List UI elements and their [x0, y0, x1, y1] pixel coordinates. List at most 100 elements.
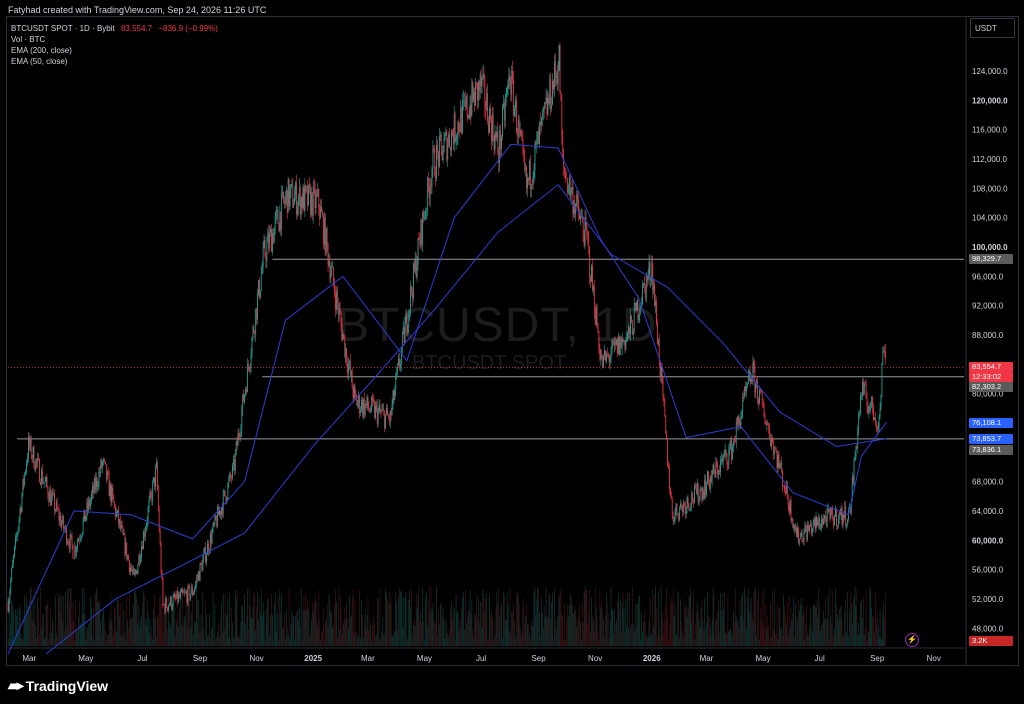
candle-body	[284, 197, 286, 204]
candle-body	[201, 563, 203, 571]
volume-bar	[604, 637, 605, 646]
candle-body	[206, 554, 207, 563]
volume-bar	[25, 615, 26, 646]
candle-body	[219, 511, 220, 516]
lightning-icon[interactable]: ⚡	[905, 633, 919, 647]
volume-bar	[885, 593, 886, 646]
candle-body	[871, 396, 873, 403]
volume-bar	[92, 637, 93, 646]
candle-body	[418, 238, 420, 240]
volume-bar	[439, 625, 440, 646]
legend-ema200[interactable]: EMA (200, close)	[11, 45, 218, 56]
volume-bar	[153, 609, 154, 646]
volume-bar	[881, 639, 883, 646]
candle-body	[281, 193, 283, 230]
volume-bar	[392, 635, 394, 646]
volume-bar	[24, 594, 26, 646]
candle-body	[448, 134, 450, 145]
legend-ema50[interactable]: EMA (50, close)	[11, 56, 218, 67]
volume-bar	[769, 638, 770, 646]
volume-bar	[780, 628, 782, 646]
candle-body	[464, 99, 466, 107]
volume-bar	[374, 623, 375, 646]
candle-body	[325, 228, 327, 255]
candle-body	[459, 129, 461, 133]
legend-symbol[interactable]: BTCUSDT SPOT · 1D · Bybit	[11, 24, 115, 33]
volume-bar	[157, 618, 159, 646]
tradingview-mark-icon: ▰▸	[8, 677, 24, 693]
candle-body	[810, 524, 812, 534]
volume-bar	[475, 615, 476, 646]
legend-volume[interactable]: Vol · BTC	[11, 34, 218, 45]
volume-bar	[574, 605, 576, 646]
volume-bar	[560, 588, 562, 646]
volume-bar	[175, 619, 177, 646]
candle-body	[643, 282, 644, 286]
volume-bar	[751, 612, 753, 646]
volume-bar	[540, 635, 541, 646]
candle-body	[678, 514, 680, 520]
volume-bar	[862, 617, 863, 646]
volume-bar	[178, 626, 180, 646]
candle-body	[271, 228, 272, 252]
volume-bar	[570, 597, 572, 646]
volume-bar	[439, 604, 441, 646]
volume-bar	[630, 627, 631, 646]
candle-body	[775, 449, 777, 454]
volume-bar	[813, 605, 815, 646]
volume-bar	[790, 607, 792, 646]
volume-bar	[815, 607, 817, 646]
legend-symbol-row[interactable]: BTCUSDT SPOT · 1D · Bybit 83,554.7 −836.…	[11, 23, 218, 34]
volume-bar	[269, 635, 270, 646]
volume-bar	[837, 614, 838, 646]
candle-body	[724, 449, 726, 455]
candle-body	[68, 543, 70, 549]
candle-body	[387, 415, 389, 417]
volume-bar	[128, 629, 129, 646]
candle-body	[406, 313, 408, 332]
volume-bar	[768, 626, 770, 646]
volume-bar	[628, 629, 629, 646]
volume-bar	[880, 638, 882, 646]
candle-body	[11, 568, 13, 581]
candle-body	[199, 563, 201, 581]
candle-body	[54, 510, 56, 512]
candle-body	[216, 519, 218, 527]
candle-body	[42, 482, 44, 484]
candle-body	[129, 560, 130, 572]
candle-body	[477, 82, 478, 101]
candle-body	[29, 438, 31, 447]
volume-bar	[809, 627, 810, 646]
candle-body	[197, 572, 199, 579]
candle-body	[774, 448, 776, 450]
candle-body	[328, 261, 330, 265]
volume-bar	[580, 622, 581, 646]
candle-body	[323, 215, 324, 245]
candle-body	[139, 555, 141, 563]
volume-bar	[528, 624, 529, 646]
volume-bar	[387, 599, 388, 646]
volume-bar	[644, 611, 645, 646]
volume-bar	[159, 594, 161, 646]
volume-bar	[726, 635, 728, 646]
volume-bar	[403, 628, 405, 646]
volume-bar	[222, 593, 224, 646]
volume-bar	[424, 640, 425, 646]
volume-bar	[144, 594, 145, 646]
candle-body	[207, 543, 208, 555]
volume-bar	[645, 634, 647, 646]
candle-body	[489, 108, 490, 133]
candle-body	[785, 490, 786, 494]
candle-body	[76, 547, 78, 553]
candle-body	[814, 518, 816, 529]
volume-bar	[219, 636, 220, 646]
volume-bar	[595, 606, 597, 646]
candle-body	[885, 351, 887, 360]
y-tick-label: 88,000.0	[972, 331, 1004, 340]
candle-body	[354, 386, 356, 394]
volume-bar	[195, 586, 197, 646]
price-chart[interactable]: 124,000.0120,000.0116,000.0112,000.0108,…	[0, 0, 1024, 704]
currency-selector[interactable]: USDT	[970, 18, 1015, 38]
candle-body	[438, 151, 439, 167]
candle-body	[767, 422, 769, 425]
